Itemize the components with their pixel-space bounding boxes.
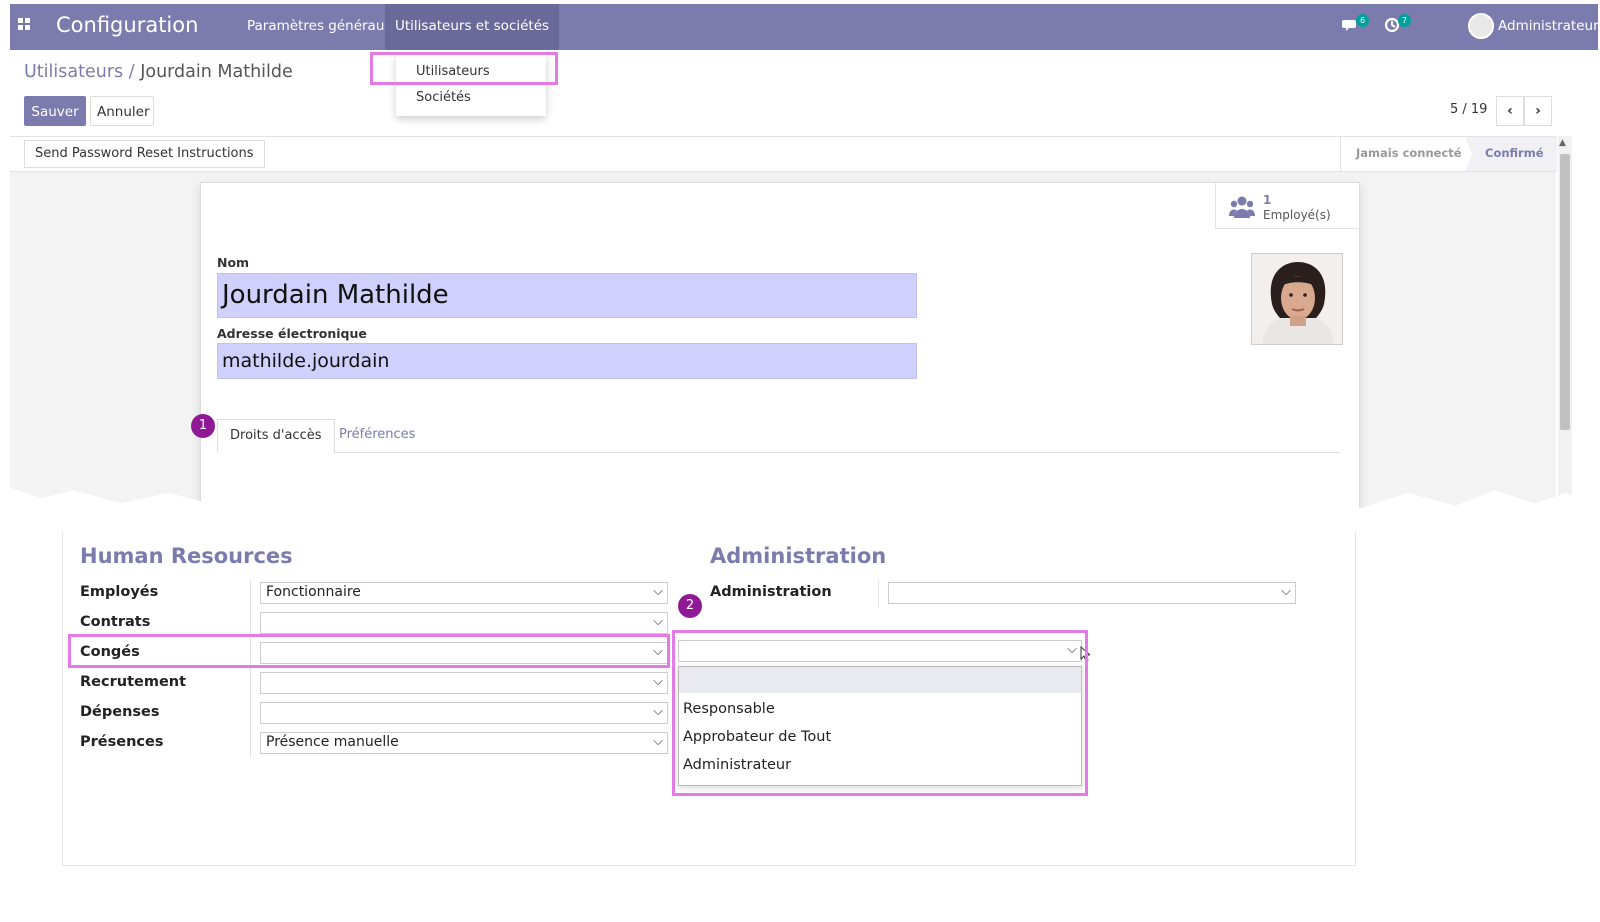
select-employees[interactable]: Fonctionnaire ⌵ [260, 582, 668, 604]
breadcrumb-current: Jourdain Mathilde [140, 62, 293, 82]
chevron-down-icon: ⌵ [653, 704, 663, 719]
select-recruitment[interactable]: ⌵ [260, 672, 668, 694]
employees-label: Employé(s) [1263, 208, 1331, 222]
tab-preferences[interactable]: Préférences [327, 419, 427, 453]
select-attendances-value: Présence manuelle [266, 734, 399, 750]
stage-never-connected: Jamais connecté [1356, 146, 1462, 160]
breadcrumb: Utilisateurs / Jourdain Mathilde [24, 62, 293, 82]
user-menu[interactable]: Administrateur [1498, 18, 1598, 34]
tab-underline [217, 452, 1341, 453]
select-expenses[interactable]: ⌵ [260, 702, 668, 724]
hr-section-title: Human Resources [80, 544, 293, 568]
pager-next-icon[interactable]: › [1524, 96, 1552, 126]
hr-label-separator [250, 580, 251, 758]
select-employees-value: Fonctionnaire [266, 584, 361, 600]
send-password-reset-button[interactable]: Send Password Reset Instructions [24, 140, 265, 168]
select-administration[interactable]: ⌵ [888, 582, 1296, 604]
hr-label-attendances: Présences [80, 734, 164, 750]
select-attendances[interactable]: Présence manuelle ⌵ [260, 732, 668, 754]
step-badge-1: 1 [191, 414, 215, 438]
scroll-up-icon[interactable]: ▲ [1559, 138, 1566, 148]
name-input[interactable]: Jourdain Mathilde [217, 273, 917, 318]
email-label: Adresse électronique [217, 326, 367, 341]
highlight-time-off-row [68, 634, 670, 668]
app-title[interactable]: Configuration [56, 13, 198, 37]
admin-section-title: Administration [710, 544, 887, 568]
hr-label-recruitment: Recrutement [80, 674, 187, 690]
menu-users-companies[interactable]: Utilisateurs et sociétés [385, 4, 560, 50]
chevron-down-icon: ⌵ [1281, 584, 1291, 599]
chevron-down-icon: ⌵ [653, 674, 663, 689]
tab-access-rights[interactable]: Droits d'accès [217, 419, 335, 453]
chevron-down-icon: ⌵ [653, 584, 663, 599]
scrollbar-thumb[interactable] [1560, 154, 1570, 430]
screenshot-bottom: Human Resources Administration Employés … [26, 518, 1372, 876]
highlight-open-select [672, 630, 1088, 796]
pager-value[interactable]: 5 / 19 [1450, 102, 1487, 117]
highlight-users-menu-item [370, 52, 558, 85]
admin-label: Administration [710, 584, 832, 600]
hr-label-contracts: Contrats [80, 614, 151, 630]
chevron-down-icon: ⌵ [653, 614, 663, 629]
users-group-icon [1229, 195, 1255, 219]
email-input[interactable]: mathilde.jourdain [217, 343, 917, 379]
breadcrumb-parent[interactable]: Utilisateurs [24, 62, 123, 82]
stage-confirmed: Confirmé [1485, 146, 1544, 160]
breadcrumb-separator: / [128, 62, 135, 82]
screenshot-top: Configuration Paramètres généraux Utilis… [10, 4, 1598, 509]
employees-count: 1 [1263, 193, 1272, 207]
form-sheet: 1 Employé(s) Nom Jourdain Mathilde Adres… [191, 182, 1361, 509]
hr-label-expenses: Dépenses [80, 704, 160, 720]
activities-badge: 7 [1398, 14, 1411, 27]
apps-grid-icon[interactable] [18, 18, 32, 32]
user-photo[interactable] [1251, 253, 1343, 345]
save-button[interactable]: Sauver [24, 96, 86, 126]
hr-label-employees: Employés [80, 584, 159, 600]
step-badge-2: 2 [678, 594, 702, 618]
discard-button[interactable]: Annuler [90, 96, 154, 126]
dropdown-item-companies[interactable]: Sociétés [416, 90, 471, 105]
user-avatar[interactable] [1468, 13, 1494, 39]
main-navbar: Configuration Paramètres généraux Utilis… [10, 4, 1598, 50]
name-label: Nom [217, 255, 250, 270]
chevron-down-icon: ⌵ [653, 734, 663, 749]
stage-divider [1340, 137, 1341, 171]
select-contracts[interactable]: ⌵ [260, 612, 668, 634]
pager-previous-icon[interactable]: ‹ [1496, 96, 1524, 126]
menu-general-settings[interactable]: Paramètres généraux [247, 18, 392, 34]
admin-label-separator [878, 580, 879, 608]
messages-badge: 6 [1356, 14, 1369, 27]
